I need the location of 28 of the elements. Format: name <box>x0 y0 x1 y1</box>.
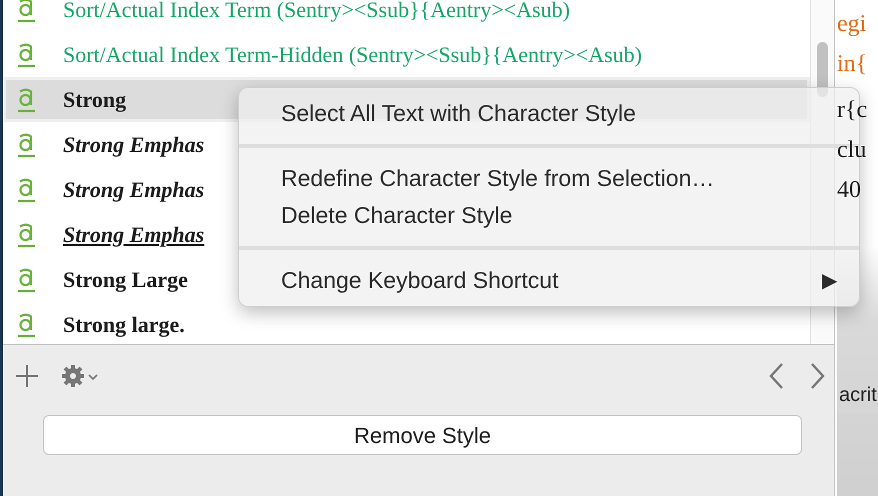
back-icon[interactable] <box>768 362 786 390</box>
code-text: in{ <box>837 51 868 77</box>
add-icon[interactable] <box>15 364 39 388</box>
menu-item[interactable]: Redefine Character Style from Selection… <box>281 161 714 196</box>
menu-item[interactable]: Delete Character Style <box>281 198 512 233</box>
code-text: r{c <box>837 97 868 123</box>
style-name[interactable]: Strong large. <box>63 308 185 341</box>
character-style-icon <box>17 86 37 112</box>
style-name[interactable]: Strong Large <box>63 263 188 296</box>
character-style-icon <box>17 132 37 158</box>
menu-item[interactable]: Change Keyboard Shortcut <box>281 263 558 298</box>
character-style-icon <box>17 176 37 202</box>
remove-style-button[interactable]: Remove Style <box>43 415 802 455</box>
character-style-icon <box>17 312 37 338</box>
style-name[interactable]: Strong Emphas <box>63 218 204 251</box>
code-text: 40 <box>837 177 861 203</box>
character-style-icon <box>17 222 37 248</box>
character-style-icon <box>17 42 37 68</box>
style-name[interactable]: Strong Emphas <box>63 128 204 161</box>
submenu-arrow: ▶ <box>822 268 837 294</box>
style-name: Strong <box>63 86 126 114</box>
code-text: egi <box>837 11 866 37</box>
style-name[interactable]: Strong Emphas <box>63 173 204 206</box>
forward-icon[interactable] <box>808 362 826 390</box>
character-style-icon <box>17 0 37 22</box>
code-text: clu <box>837 137 866 163</box>
menu-item[interactable]: Select All Text with Character Style <box>281 96 636 131</box>
character-style-icon <box>17 266 37 292</box>
